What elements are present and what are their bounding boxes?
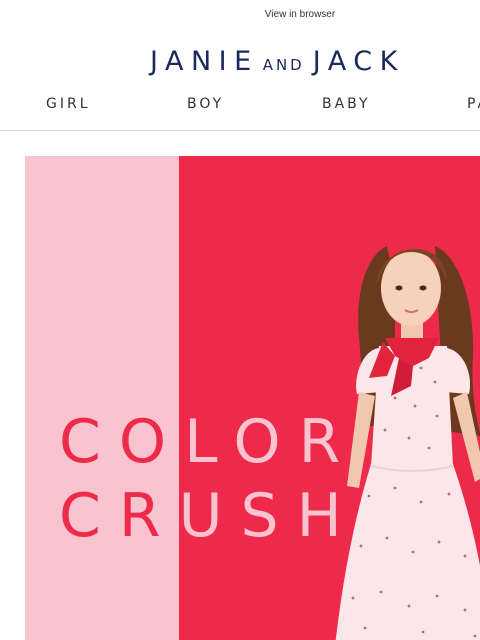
logo-text-and: AND	[262, 56, 305, 74]
view-in-browser-link[interactable]: View in browser	[0, 9, 480, 20]
nav-item-boy[interactable]: BOY	[187, 96, 224, 112]
nav-item-baby[interactable]: BABY	[322, 96, 371, 112]
hero-title-line-1-left: CO	[59, 407, 185, 477]
hero-pink-panel	[25, 156, 179, 640]
email-page: View in browser JANIE AND JACK GIRL BOY …	[0, 0, 480, 640]
logo-text-jack: JACK	[312, 46, 405, 77]
logo-text-janie: JANIE	[150, 46, 259, 77]
hero-title-line-2: CRUSH	[59, 486, 360, 546]
nav-divider	[0, 130, 480, 131]
hero-title-line-1: COLOR	[59, 412, 358, 472]
hero-banner[interactable]: COLOR CRUSH	[25, 156, 480, 640]
category-nav: GIRL BOY BABY PA	[0, 96, 480, 116]
brand-logo[interactable]: JANIE AND JACK	[150, 46, 405, 78]
nav-item-girl[interactable]: GIRL	[46, 96, 91, 112]
nav-item-partial[interactable]: PA	[467, 96, 480, 112]
girl-model-image	[335, 246, 480, 640]
hero-title-line-2-left: CR	[59, 481, 179, 551]
